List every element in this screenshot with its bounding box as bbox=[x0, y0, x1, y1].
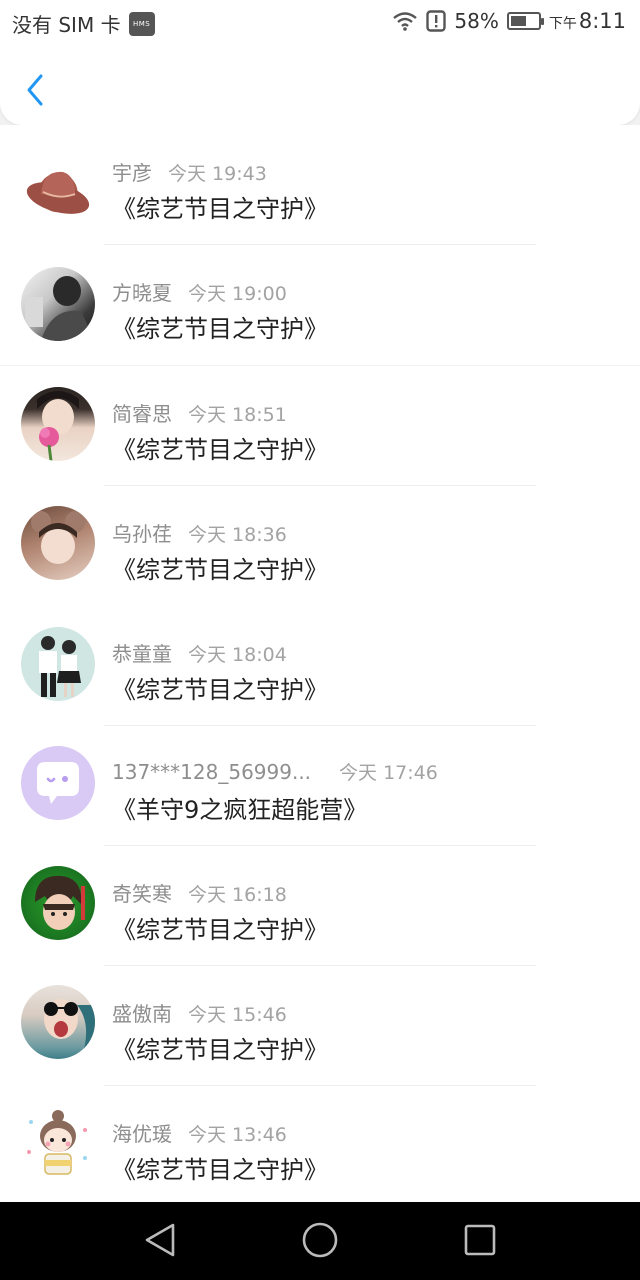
person-photo bbox=[44, 999, 95, 1059]
avatar bbox=[21, 152, 95, 226]
message-time: 今天 18:36 bbox=[188, 524, 287, 546]
carrier-text: 没有 SIM 卡 bbox=[12, 13, 121, 37]
message-time: 今天 19:43 bbox=[168, 163, 267, 185]
sender-name: 乌孙荏 bbox=[112, 522, 172, 546]
sender-line: 方晓夏 今天 19:00 bbox=[112, 277, 287, 306]
person-photo bbox=[25, 276, 95, 341]
nav-recents-button[interactable] bbox=[460, 1220, 500, 1260]
message-time: 今天 18:51 bbox=[188, 404, 287, 426]
avatar bbox=[21, 1106, 95, 1180]
triangle-back-icon bbox=[145, 1223, 175, 1257]
sender-line: 海优瑗 今天 13:46 bbox=[112, 1118, 287, 1147]
message-time: 今天 17:46 bbox=[339, 762, 438, 784]
cartoon-girl-avatar bbox=[27, 1110, 87, 1175]
time-period: 下午 bbox=[548, 16, 577, 32]
avatar bbox=[21, 627, 95, 701]
clock: 8:11 bbox=[578, 9, 626, 33]
system-nav-bar bbox=[0, 1202, 640, 1280]
message-title: 《综艺节目之守护》 bbox=[112, 1156, 328, 1184]
list-item[interactable]: 乌孙荏 今天 18:36 《综艺节目之守护》 bbox=[0, 486, 640, 606]
list-item[interactable]: 海优瑗 今天 13:46 《综艺节目之守护》 bbox=[0, 1086, 640, 1206]
default-chat-avatar-icon bbox=[37, 762, 79, 804]
list-item[interactable]: 奇笑寒 今天 16:18 《综艺节目之守护》 bbox=[0, 846, 640, 966]
sender-line: 盛傲南 今天 15:46 bbox=[112, 998, 287, 1027]
sender-name: 简睿思 bbox=[112, 402, 172, 426]
message-time: 今天 13:46 bbox=[188, 1124, 287, 1146]
sender-line: 宇彦 今天 19:43 bbox=[112, 157, 267, 186]
message-list: 宇彦 今天 19:43 《综艺节目之守护》 方晓夏 今天 19:00 《综艺节目之守… bbox=[0, 125, 640, 1206]
message-time: 今天 19:00 bbox=[188, 283, 287, 305]
hms-icon: HMS bbox=[128, 11, 155, 36]
message-title: 《综艺节目之守护》 bbox=[112, 315, 328, 343]
sender-name: 宇彦 bbox=[112, 161, 152, 185]
carrier-info: 没有 SIM 卡 HMS bbox=[12, 9, 155, 38]
list-item[interactable]: 简睿思 今天 18:51 《综艺节目之守护》 bbox=[0, 366, 640, 486]
avatar bbox=[21, 746, 95, 820]
circle-home-icon bbox=[302, 1222, 338, 1258]
couple-photo bbox=[39, 636, 81, 697]
square-recents-icon bbox=[464, 1224, 496, 1256]
person-photo bbox=[37, 391, 79, 461]
sender-name: 奇笑寒 bbox=[112, 882, 172, 906]
sender-line: 恭童童 今天 18:04 bbox=[112, 638, 287, 667]
message-time: 今天 16:18 bbox=[188, 884, 287, 906]
list-item[interactable]: 恭童童 今天 18:04 《综艺节目之守护》 bbox=[0, 606, 640, 726]
list-item[interactable]: 方晓夏 今天 19:00 《综艺节目之守护》 bbox=[0, 245, 640, 365]
message-time: 今天 18:04 bbox=[188, 644, 287, 666]
message-title: 《羊守9之疯狂超能营》 bbox=[112, 796, 368, 824]
battery-fill bbox=[510, 16, 526, 26]
avatar bbox=[21, 866, 95, 940]
hat-image bbox=[26, 171, 90, 214]
back-button[interactable] bbox=[18, 70, 52, 110]
wifi-icon bbox=[393, 12, 418, 31]
sender-line: 简睿思 今天 18:51 bbox=[112, 398, 287, 427]
sender-name: 方晓夏 bbox=[112, 281, 172, 305]
message-title: 《综艺节目之守护》 bbox=[112, 195, 328, 223]
sender-name: 盛傲南 bbox=[112, 1002, 172, 1026]
message-time: 今天 15:46 bbox=[188, 1004, 287, 1026]
battery-icon bbox=[506, 12, 544, 30]
sender-name: 恭童童 bbox=[112, 642, 172, 666]
sender-line: 奇笑寒 今天 16:18 bbox=[112, 878, 287, 907]
message-title: 《综艺节目之守护》 bbox=[112, 436, 328, 464]
nav-home-button[interactable] bbox=[300, 1220, 340, 1260]
battery-percent: 58% bbox=[454, 9, 499, 33]
avatar bbox=[21, 985, 95, 1059]
alert-icon bbox=[426, 10, 447, 32]
message-title: 《综艺节目之守护》 bbox=[112, 676, 328, 704]
message-title: 《综艺节目之守护》 bbox=[112, 556, 328, 584]
sender-name: 137***128_56999... bbox=[112, 760, 312, 784]
avatar bbox=[21, 506, 95, 580]
chevron-left-icon bbox=[27, 74, 43, 106]
sender-line: 乌孙荏 今天 18:36 bbox=[112, 518, 287, 547]
person-photo bbox=[31, 511, 85, 564]
avatar bbox=[21, 387, 95, 461]
status-right: 58% 下午 8:11 bbox=[392, 9, 626, 33]
status-bar: 没有 SIM 卡 HMS 58% 下午 8:11 bbox=[0, 0, 640, 44]
message-title: 《综艺节目之守护》 bbox=[112, 1036, 328, 1064]
message-title: 《综艺节目之守护》 bbox=[112, 916, 328, 944]
nav-back-button[interactable] bbox=[140, 1220, 180, 1260]
anime-avatar bbox=[35, 875, 85, 930]
list-item[interactable]: 宇彦 今天 19:43 《综艺节目之守护》 bbox=[0, 125, 640, 245]
list-item[interactable]: 137***128_56999... 今天 17:46 《羊守9之疯狂超能营》 bbox=[0, 726, 640, 846]
sender-name: 海优瑗 bbox=[112, 1122, 172, 1146]
top-header: 没有 SIM 卡 HMS 58% 下午 8:11 bbox=[0, 0, 640, 125]
sender-line: 137***128_56999... 今天 17:46 bbox=[112, 758, 438, 785]
avatar bbox=[21, 267, 95, 341]
list-item[interactable]: 盛傲南 今天 15:46 《综艺节目之守护》 bbox=[0, 966, 640, 1086]
